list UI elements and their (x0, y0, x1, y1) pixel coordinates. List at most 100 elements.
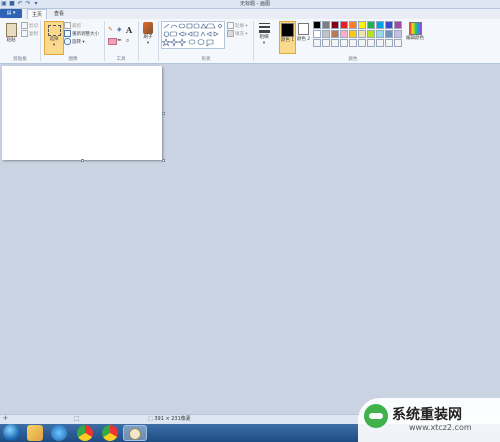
palette-swatch[interactable] (367, 39, 375, 47)
resize-handle-right[interactable] (162, 112, 165, 115)
crop-button[interactable]: 裁剪 (64, 22, 81, 30)
eraser-icon[interactable] (108, 38, 117, 45)
palette-swatch[interactable] (340, 39, 348, 47)
tab-home[interactable]: 主页 (27, 9, 48, 19)
palette-swatch[interactable] (331, 30, 339, 38)
dropdown-icon[interactable]: ▾ (33, 1, 39, 7)
separator (104, 21, 105, 61)
brushes-button[interactable]: 刷子 ▾ (141, 21, 155, 51)
fill-button[interactable]: 填充 ▾ (227, 30, 248, 38)
palette-swatch[interactable] (385, 30, 393, 38)
color2-button[interactable]: 颜色 2 (296, 21, 311, 52)
start-orb-icon[interactable] (3, 424, 20, 441)
resize-icon (64, 30, 71, 37)
fill-bucket-icon[interactable]: ◈ (117, 26, 124, 33)
resize-button[interactable]: 重新调整大小 (64, 30, 99, 38)
chevron-down-icon: ▾ (262, 41, 266, 46)
tab-view[interactable]: 查看 (50, 9, 68, 19)
palette-swatch[interactable] (313, 30, 321, 38)
palette-swatch[interactable] (385, 39, 393, 47)
palette-swatch[interactable] (349, 21, 357, 29)
edit-colors-label: 编辑颜色 (406, 36, 424, 41)
paste-label: 粘贴 (6, 38, 16, 43)
chevron-down-icon: ▾ (52, 43, 56, 48)
tools-group-label: 工具 (116, 57, 126, 62)
save-icon[interactable]: ■ (9, 1, 15, 7)
palette-swatch[interactable] (394, 21, 402, 29)
palette-swatch[interactable] (340, 21, 348, 29)
palette-swatch[interactable] (376, 39, 384, 47)
palette-swatch[interactable] (331, 21, 339, 29)
cut-button[interactable]: 剪切 (21, 22, 38, 30)
color2-swatch (298, 23, 309, 35)
palette-swatch[interactable] (313, 21, 321, 29)
palette-swatch[interactable] (367, 30, 375, 38)
select-button[interactable]: 选择 ▾ (44, 21, 64, 55)
palette-swatch[interactable] (376, 30, 384, 38)
magnifier-icon[interactable]: ⌕ (126, 37, 133, 44)
palette-swatch[interactable] (349, 39, 357, 47)
palette-swatch[interactable] (331, 39, 339, 47)
edit-colors-button[interactable]: 编辑颜色 (404, 21, 426, 51)
fill-icon (227, 30, 234, 37)
palette-swatch[interactable] (358, 30, 366, 38)
watermark-url: www.xtcz2.com (409, 423, 472, 432)
separator (158, 21, 159, 61)
palette-swatch[interactable] (349, 30, 357, 38)
folder-app-icon[interactable] (27, 425, 43, 441)
selection-size-icon: ⬚ (74, 415, 80, 422)
copy-icon (21, 30, 28, 37)
shapes-icon (162, 23, 223, 47)
pencil-icon[interactable]: ✎ (108, 26, 115, 33)
chrome-app-icon-2[interactable] (102, 425, 118, 441)
palette-swatch[interactable] (394, 39, 402, 47)
size-button[interactable]: 粗细 ▾ (257, 21, 271, 51)
app-icon[interactable]: ▣ (1, 1, 7, 7)
paint-app-taskbar-button[interactable] (123, 425, 147, 441)
palette-swatch[interactable] (358, 39, 366, 47)
color2-label: 颜色 2 (296, 37, 311, 42)
outline-button[interactable]: 轮廓 ▾ (227, 22, 248, 30)
palette-swatch[interactable] (385, 21, 393, 29)
watermark-logo-icon (364, 404, 388, 428)
color1-button[interactable]: 颜色 1 (279, 21, 296, 54)
undo-icon[interactable]: ↶ (17, 1, 23, 7)
line-width-icon (258, 23, 270, 33)
palette-swatch[interactable] (394, 30, 402, 38)
clipboard-group-label: 剪贴板 (13, 57, 27, 62)
palette-swatch[interactable] (340, 30, 348, 38)
rotate-button[interactable]: 旋转 ▾ (64, 38, 85, 46)
separator (138, 21, 139, 61)
palette-swatch[interactable] (322, 39, 330, 47)
chrome-app-icon[interactable] (77, 425, 93, 441)
canvas-size-text: 391 × 231像素 (154, 416, 191, 422)
outline-icon (227, 22, 234, 29)
palette-swatch[interactable] (322, 30, 330, 38)
paste-button[interactable]: 粘贴 (4, 22, 18, 50)
canvas-size-indicator: ⬚ 391 × 231像素 (148, 415, 191, 423)
colors-group-label: 颜色 (348, 57, 358, 62)
text-tool-icon[interactable]: A (126, 25, 133, 35)
copy-button[interactable]: 复制 (21, 30, 38, 38)
shapes-gallery[interactable] (161, 21, 225, 49)
image-group-label: 图像 (68, 57, 78, 62)
palette-swatch[interactable] (313, 39, 321, 47)
select-icon (47, 25, 61, 36)
drawing-canvas[interactable] (2, 66, 162, 160)
palette-swatch[interactable] (367, 21, 375, 29)
ie-app-icon[interactable] (51, 425, 67, 441)
chevron-down-icon: ▾ (146, 41, 150, 46)
palette-swatch[interactable] (376, 21, 384, 29)
paint-palette-icon (129, 428, 141, 440)
paint-menu-button[interactable]: ▤ ▾ (0, 9, 22, 18)
watermark-title: 系统重装网 (392, 407, 462, 423)
palette-swatch[interactable] (358, 21, 366, 29)
palette-swatch[interactable] (322, 21, 330, 29)
color-picker-icon[interactable]: ✒ (117, 37, 124, 44)
resize-handle-bottom[interactable] (81, 159, 84, 162)
color1-label: 颜色 1 (280, 38, 295, 43)
redo-icon[interactable]: ↷ (25, 1, 31, 7)
color-palette (313, 21, 403, 48)
resize-handle-corner[interactable] (162, 159, 165, 162)
cursor-position-icon: ✛ (3, 415, 9, 422)
